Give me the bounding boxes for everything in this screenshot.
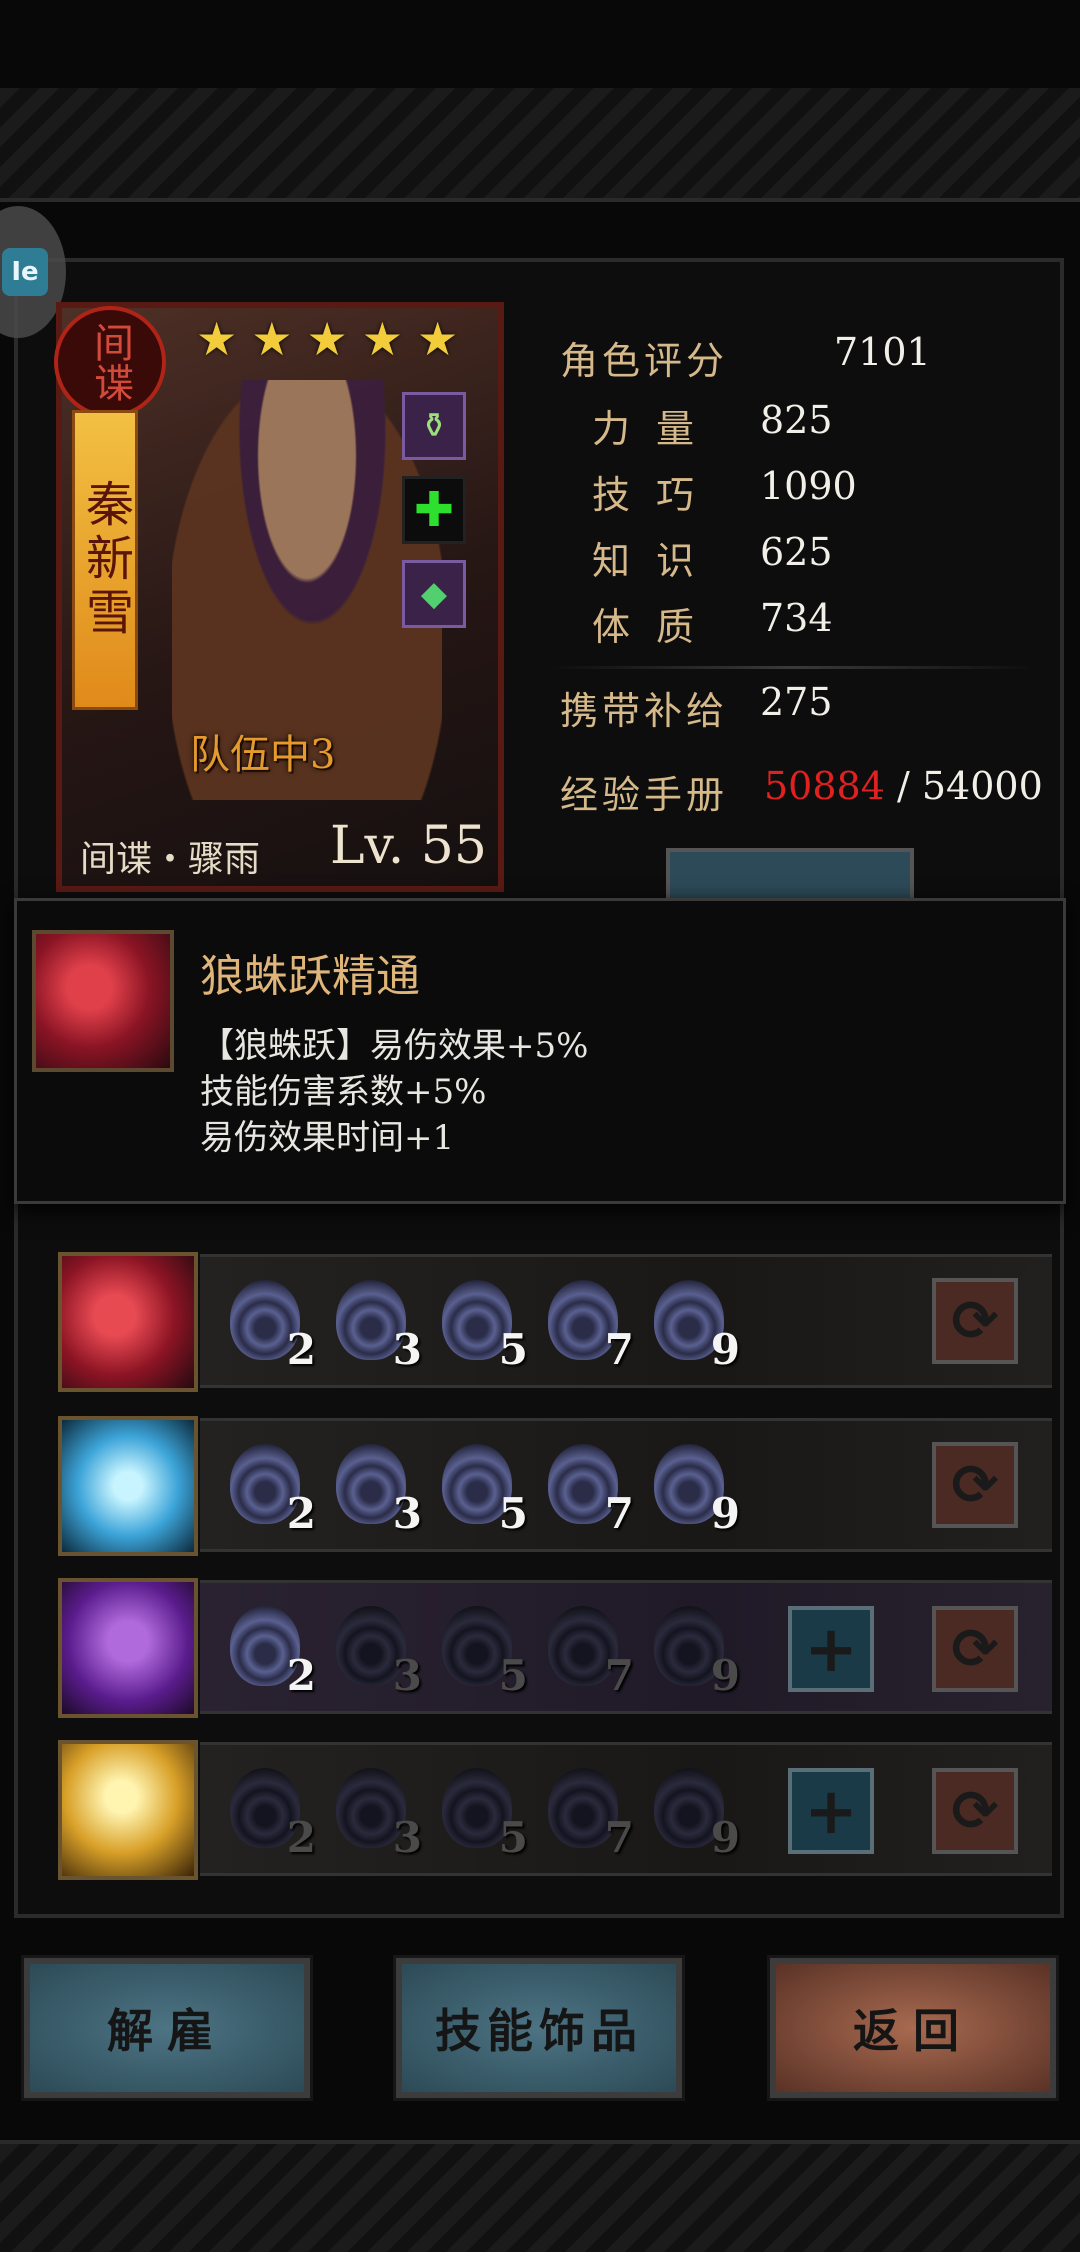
supply-label: 携带补给: [560, 689, 729, 733]
rating-value: 7101: [834, 330, 931, 374]
skill-flame: 5: [442, 1436, 528, 1538]
tooltip-line: 易伤效果时间+1: [200, 1118, 455, 1158]
skill-stat-label: 技巧: [592, 473, 721, 517]
skill-flame: 2: [230, 1598, 316, 1700]
wolf-spider-leap-icon[interactable]: [58, 1252, 198, 1392]
skill-stat-value: 1090: [760, 464, 857, 508]
skill-flame-locked: 3: [336, 1598, 422, 1700]
skill-flame: 9: [654, 1436, 740, 1538]
constitution-label: 体质: [592, 605, 721, 649]
class-badge: 间谍: [54, 306, 166, 418]
star-icon: ★: [196, 312, 238, 366]
assist-bubble-icon[interactable]: Ie: [2, 248, 48, 296]
top-decorative-band: [0, 88, 1080, 202]
skill-flame-locked: 5: [442, 1598, 528, 1700]
burst-strike-icon[interactable]: [58, 1740, 198, 1880]
skill-flame: 7: [548, 1272, 634, 1374]
exp-label: 经验手册: [560, 773, 729, 817]
skill-flame-locked: 2: [230, 1760, 316, 1862]
supply-value: 275: [760, 680, 833, 724]
knowledge-value: 625: [760, 530, 833, 574]
rating-label: 角色评分: [560, 339, 729, 383]
star-rating: ★ ★ ★ ★ ★: [196, 316, 458, 362]
swap-skill-icon[interactable]: ⟳: [932, 1606, 1018, 1692]
level-label: Lv. 55: [330, 816, 487, 876]
exp-current: 50884: [764, 764, 885, 808]
subclass-label: 间谍・骤雨: [80, 839, 261, 880]
skill-flame-locked: 7: [548, 1760, 634, 1862]
potion-icon[interactable]: ⚱: [402, 392, 466, 460]
skill-flame: 9: [654, 1272, 740, 1374]
swap-skill-icon[interactable]: ⟳: [932, 1442, 1018, 1528]
high-kick-icon[interactable]: [58, 1578, 198, 1718]
tooltip-title: 狼蛛跃精通: [200, 951, 420, 1002]
tooltip-line: 技能伤害系数+5%: [200, 1072, 487, 1112]
heal-cross-icon[interactable]: ✚: [402, 476, 466, 544]
star-icon: ★: [417, 312, 459, 366]
constitution-row: 体质: [592, 596, 720, 651]
exp-max: / 54000: [896, 764, 1043, 808]
skill-flame: 2: [230, 1436, 316, 1538]
skill-flame: 3: [336, 1436, 422, 1538]
exp-row: 经验手册: [560, 764, 728, 819]
upgrade-plus-icon[interactable]: +: [788, 1768, 874, 1854]
party-position-label: 队伍中3: [190, 732, 336, 778]
skill-flame-locked: 3: [336, 1760, 422, 1862]
skill-flame-locked: 7: [548, 1598, 634, 1700]
exp-value: 50884 / 54000: [764, 764, 1043, 808]
green-gem-icon[interactable]: ◆: [402, 560, 466, 628]
wolf-spider-leap-icon: [32, 930, 174, 1072]
skill-flame: 7: [548, 1436, 634, 1538]
back-button[interactable]: 返回: [767, 1955, 1059, 2101]
blade-slash-icon[interactable]: [58, 1416, 198, 1556]
star-icon: ★: [251, 312, 293, 366]
strength-label: 力量: [592, 407, 721, 451]
knowledge-label: 知识: [592, 539, 721, 583]
bottom-decorative-band: [0, 2140, 1080, 2252]
character-name-banner: 秦新雪: [72, 410, 138, 710]
skill-flame-locked: 5: [442, 1760, 528, 1862]
constitution-value: 734: [760, 596, 833, 640]
dismiss-button[interactable]: 解雇: [21, 1955, 313, 2101]
swap-skill-icon[interactable]: ⟳: [932, 1278, 1018, 1364]
skill-flame: 2: [230, 1272, 316, 1374]
tooltip-line: 【狼蛛跃】易伤效果+5%: [200, 1026, 589, 1066]
upgrade-plus-icon[interactable]: +: [788, 1606, 874, 1692]
star-icon: ★: [306, 312, 348, 366]
stats-divider: [548, 666, 1038, 669]
skill-stat-row: 技巧: [592, 464, 720, 519]
supply-row: 携带补给: [560, 680, 728, 735]
rating-row: 角色评分: [560, 330, 728, 385]
knowledge-row: 知识: [592, 530, 720, 585]
strength-value: 825: [760, 398, 833, 442]
skill-flame-locked: 9: [654, 1760, 740, 1862]
strength-row: 力量: [592, 398, 720, 453]
skill-trinkets-button[interactable]: 技能饰品: [393, 1955, 685, 2101]
skill-flame: 5: [442, 1272, 528, 1374]
swap-skill-icon[interactable]: ⟳: [932, 1768, 1018, 1854]
star-icon: ★: [361, 312, 403, 366]
skill-flame: 3: [336, 1272, 422, 1374]
skill-flame-locked: 9: [654, 1598, 740, 1700]
